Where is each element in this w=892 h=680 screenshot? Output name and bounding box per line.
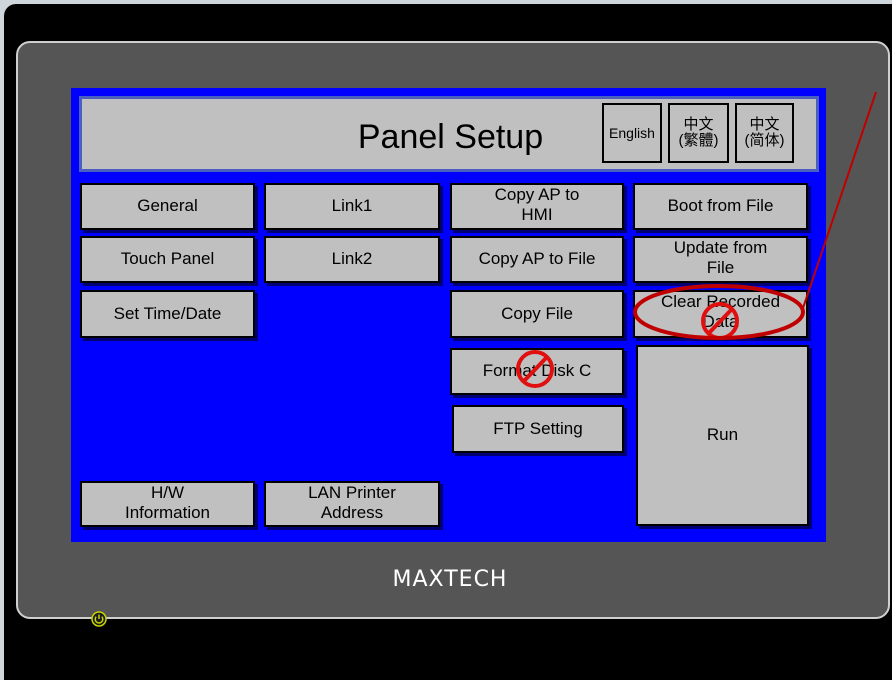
ftp-setting-button[interactable]: FTP Setting — [452, 405, 624, 453]
update-from-file-line1: Update from — [673, 238, 768, 257]
boot-from-file-button[interactable]: Boot from File — [633, 183, 808, 230]
language-simplified-chinese-button[interactable]: 中文 (简体) — [735, 103, 794, 163]
hw-information-line1: H/W — [150, 483, 185, 502]
power-icon — [91, 611, 107, 627]
copy-ap-to-hmi-line1: Copy AP to — [494, 185, 580, 204]
general-button[interactable]: General — [80, 183, 255, 230]
copy-ap-to-file-button[interactable]: Copy AP to File — [450, 236, 624, 283]
language-traditional-chinese-button[interactable]: 中文 (繁體) — [668, 103, 729, 163]
update-from-file-button[interactable]: Update from File — [633, 236, 808, 283]
page-title: Panel Setup — [357, 118, 544, 156]
hw-information-line2: Information — [124, 503, 211, 523]
hw-information-button[interactable]: H/W Information — [80, 481, 255, 527]
touch-panel-button[interactable]: Touch Panel — [80, 236, 255, 283]
format-disk-c-button[interactable]: Format Disk C — [450, 348, 624, 395]
copy-file-button[interactable]: Copy File — [450, 290, 624, 338]
language-english-button[interactable]: English — [602, 103, 662, 163]
run-button[interactable]: Run — [636, 345, 809, 526]
clear-recorded-data-line2: Data — [702, 312, 739, 332]
lan-printer-address-line2: Address — [320, 503, 384, 523]
link2-button[interactable]: Link2 — [264, 236, 440, 283]
copy-ap-to-hmi-button[interactable]: Copy AP to HMI — [450, 183, 624, 230]
update-from-file-line2: File — [706, 258, 735, 278]
set-time-date-button[interactable]: Set Time/Date — [80, 290, 255, 338]
lan-printer-address-line1: LAN Printer — [308, 483, 396, 502]
maxtech-logo: MAXTECH — [392, 567, 508, 592]
lan-printer-address-button[interactable]: LAN Printer Address — [264, 481, 440, 527]
clear-recorded-data-line1: Clear Recorded — [660, 292, 781, 311]
copy-ap-to-hmi-line2: HMI — [521, 205, 553, 225]
clear-recorded-data-button[interactable]: Clear Recorded Data — [633, 290, 808, 338]
link1-button[interactable]: Link1 — [264, 183, 440, 230]
